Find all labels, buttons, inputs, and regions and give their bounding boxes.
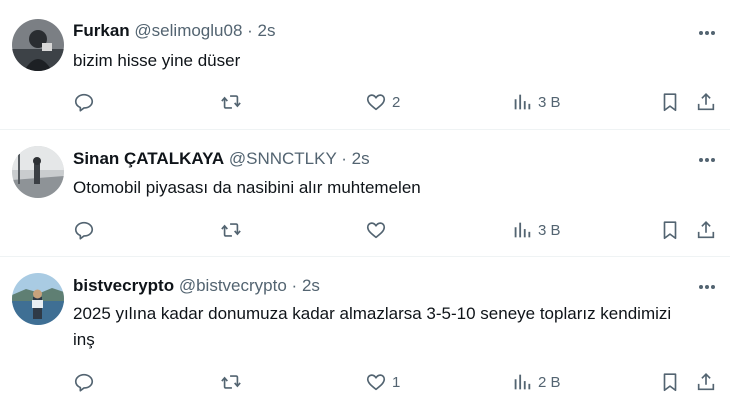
action-bar: 2 3 B bbox=[73, 90, 718, 114]
action-bar: 1 2 B bbox=[73, 370, 718, 394]
separator-dot: · bbox=[341, 149, 347, 168]
user-handle[interactable]: @selimoglu08 bbox=[134, 21, 242, 40]
display-name[interactable]: bistvecrypto bbox=[73, 276, 174, 295]
retweet-button[interactable] bbox=[219, 218, 243, 242]
reply-icon bbox=[74, 221, 94, 240]
bookmark-button[interactable] bbox=[659, 90, 681, 114]
more-icon bbox=[699, 158, 715, 162]
bookmark-icon bbox=[663, 373, 677, 392]
more-button[interactable] bbox=[696, 149, 718, 171]
share-icon bbox=[697, 93, 715, 111]
user-handle[interactable]: @SNNCTLKY bbox=[229, 149, 337, 168]
timestamp[interactable]: 2s bbox=[352, 149, 370, 168]
view-count: 3 B bbox=[538, 221, 561, 239]
reply-button[interactable] bbox=[73, 370, 95, 394]
tweet[interactable]: Sinan ÇATALKAYA @SNNCTLKY · 2s Otomobil … bbox=[0, 130, 730, 257]
like-button[interactable]: 2 bbox=[365, 90, 400, 114]
views-icon bbox=[514, 222, 531, 238]
reply-button[interactable] bbox=[73, 218, 95, 242]
tweet-text: Otomobil piyasası da nasibini alır muhte… bbox=[73, 178, 421, 197]
share-button[interactable] bbox=[695, 370, 717, 394]
tweet-text: bizim hisse yine düser bbox=[73, 51, 241, 70]
share-icon bbox=[697, 373, 715, 391]
like-button[interactable] bbox=[365, 218, 392, 242]
retweet-button[interactable] bbox=[219, 370, 243, 394]
retweet-icon bbox=[221, 95, 241, 109]
like-button[interactable]: 1 bbox=[365, 370, 400, 394]
views-button[interactable]: 3 B bbox=[511, 90, 561, 114]
tweet-header: Sinan ÇATALKAYA @SNNCTLKY · 2s bbox=[73, 148, 370, 170]
share-icon bbox=[697, 221, 715, 239]
view-count: 3 B bbox=[538, 93, 561, 111]
views-icon bbox=[514, 94, 531, 110]
retweet-icon bbox=[221, 223, 241, 237]
retweet-icon bbox=[221, 375, 241, 389]
views-button[interactable]: 3 B bbox=[511, 218, 561, 242]
reply-button[interactable] bbox=[73, 90, 95, 114]
heart-icon bbox=[366, 374, 386, 391]
view-count: 2 B bbox=[538, 373, 561, 391]
like-count: 1 bbox=[392, 373, 401, 391]
avatar[interactable] bbox=[12, 273, 64, 325]
tweet[interactable]: Furkan @selimoglu08 · 2s bizim hisse yin… bbox=[0, 0, 730, 130]
avatar[interactable] bbox=[12, 146, 64, 198]
tweet-header: Furkan @selimoglu08 · 2s bbox=[73, 20, 276, 42]
more-icon bbox=[699, 31, 715, 35]
bookmark-icon bbox=[663, 221, 677, 240]
timestamp[interactable]: 2s bbox=[258, 21, 276, 40]
share-button[interactable] bbox=[695, 218, 717, 242]
user-handle[interactable]: @bistvecrypto bbox=[179, 276, 287, 295]
tweet-header: bistvecrypto @bistvecrypto · 2s bbox=[73, 275, 320, 297]
share-button[interactable] bbox=[695, 90, 717, 114]
retweet-button[interactable] bbox=[219, 90, 243, 114]
more-button[interactable] bbox=[696, 22, 718, 44]
reply-icon bbox=[74, 93, 94, 112]
like-count: 2 bbox=[392, 93, 401, 111]
tweet-text: 2025 yılına kadar donumuza kadar almazla… bbox=[73, 304, 672, 349]
timestamp[interactable]: 2s bbox=[302, 276, 320, 295]
display-name[interactable]: Furkan bbox=[73, 21, 130, 40]
separator-dot: · bbox=[247, 21, 253, 40]
heart-icon bbox=[366, 222, 386, 239]
views-button[interactable]: 2 B bbox=[511, 370, 561, 394]
reply-icon bbox=[74, 373, 94, 392]
bookmark-icon bbox=[663, 93, 677, 112]
separator-dot: · bbox=[291, 276, 298, 295]
heart-icon bbox=[366, 94, 386, 111]
more-icon bbox=[699, 285, 715, 289]
views-icon bbox=[514, 374, 531, 390]
display-name[interactable]: Sinan ÇATALKAYA bbox=[73, 149, 224, 168]
action-bar: 3 B bbox=[73, 218, 718, 242]
bookmark-button[interactable] bbox=[659, 218, 681, 242]
avatar[interactable] bbox=[12, 19, 64, 71]
more-button[interactable] bbox=[696, 276, 718, 298]
bookmark-button[interactable] bbox=[659, 370, 681, 394]
tweet[interactable]: bistvecrypto @bistvecrypto · 2s 2025 yıl… bbox=[0, 257, 730, 420]
